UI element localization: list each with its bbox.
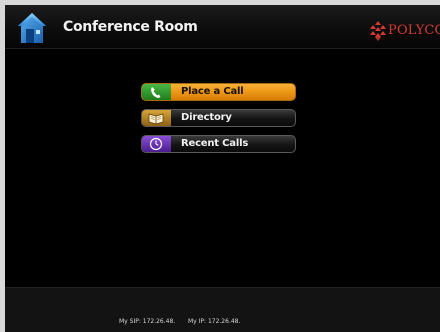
directory-label: Directory (181, 112, 232, 123)
room-title: Conference Room (63, 19, 198, 35)
recent-calls-icon-box (142, 136, 171, 152)
home-icon[interactable] (17, 12, 47, 44)
my-sip-address: My SIP: 172.26.48. (119, 318, 176, 325)
place-a-call-button[interactable]: Place a Call (141, 83, 296, 101)
directory-icon-box (142, 110, 171, 126)
directory-button[interactable]: Directory (141, 109, 296, 127)
recent-calls-button[interactable]: Recent Calls (141, 135, 296, 153)
book-icon (148, 113, 164, 125)
polycom-logo-text: POLYCOM (388, 23, 440, 38)
polycom-screen: Conference Room POLYCOM Place a Call (5, 5, 440, 332)
place-a-call-label: Place a Call (181, 86, 244, 97)
place-a-call-icon-box (142, 84, 171, 100)
clock-icon (149, 137, 163, 151)
my-ip-address: My IP: 172.26.48. (188, 318, 241, 325)
phone-icon (151, 87, 161, 98)
polycom-logo-icon (370, 21, 386, 41)
main-menu: Place a Call Directory Recent Calls (141, 83, 298, 161)
header-bar: Conference Room POLYCOM (5, 5, 440, 49)
recent-calls-label: Recent Calls (181, 138, 249, 149)
status-footer: My SIP: 172.26.48. My IP: 172.26.48. (5, 287, 440, 332)
